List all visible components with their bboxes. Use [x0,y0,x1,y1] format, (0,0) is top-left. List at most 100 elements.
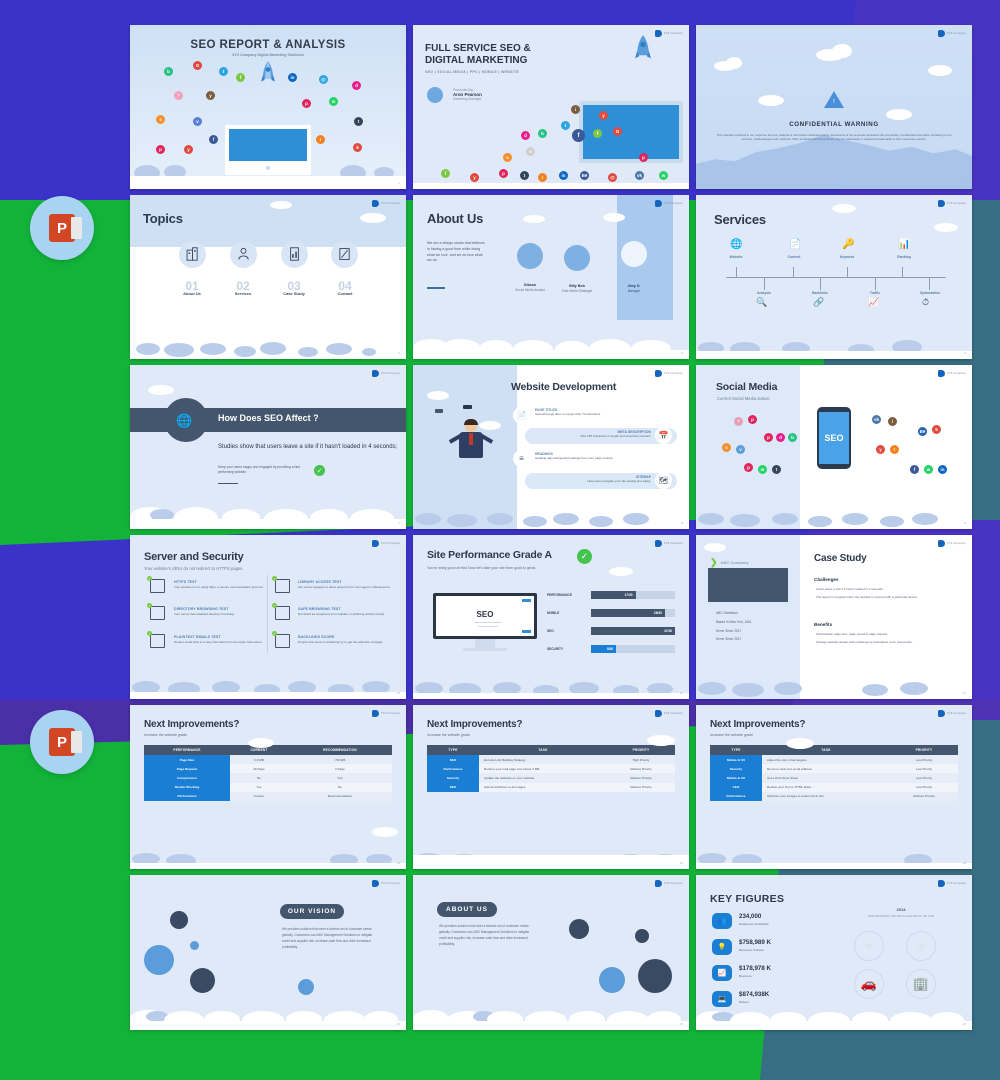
figure-value: 234,000 [739,913,762,920]
item-heading: LIBRARY ACCESS TEST [298,580,342,584]
slide-thumbnail-confidential[interactable]: XYZ Company ! CONFIDENTIAL WARNING This … [696,25,972,189]
topic-item-1[interactable]: 01 About Us [172,279,212,296]
pen-page-icon [339,248,350,260]
slide-thumbnail-next-improvements-1[interactable]: XYZ Company Next Improvements? Increase … [130,705,406,869]
person-name-3: Jimy G. [627,284,641,288]
item-heading: PLAINTEXT EMAILS TEST [174,635,221,639]
topic-item-3[interactable]: 03 Case Study [274,279,314,296]
social-icon-blogger: b [538,129,547,138]
cell-type: Performance [710,791,762,801]
slide-thumbnail-seo-report[interactable]: SEO REPORT & ANALYSIS XYZ Company Digita… [130,25,406,189]
slide-subtitle: You're really good at this! Now let's ta… [427,566,537,570]
slide-title: Site Performance Grade A [427,549,552,561]
social-icon-blogger: b [788,433,797,442]
metric-track: 47/30 [591,627,675,635]
check-icon: ✓ [314,465,325,476]
slide-thumbnail-site-performance[interactable]: XYZ Company Site Performance Grade A ✓ Y… [413,535,689,699]
confidential-body: This material contained in our response … [716,133,952,142]
slide-thumbnail-services[interactable]: XYZ Company Services 🌐 📄 🔑 📊 Website Con… [696,195,972,359]
cloud-decoration [413,665,689,699]
cell-task: Update the software on your website. [479,773,607,783]
webdev-item-page-titles[interactable]: PAGE TITLES Splendid page titles no long… [535,408,665,428]
slide-thumbnail-topics[interactable]: XYZ Company Topics 01 About Us 02 Servic… [130,195,406,359]
security-item-directory[interactable]: DIRECTORY BROWSING TEST Your server has … [174,607,289,616]
slide-thumbnail-next-improvements-2[interactable]: XYZ Company Next Improvements? Increase … [413,705,689,869]
table-row: CEO Review your Text to HTML Ratio Low Pri… [710,782,958,792]
cell-current: Yes [230,782,288,792]
slide-thumbnail-case-study[interactable]: XYZ Company ❯ ABC Company ABC Distributo… [696,535,972,699]
metric-performance: PERFORMANCE 17/30 [547,591,675,600]
brand-logo: XYZ Company [937,200,966,207]
slide-thumbnail-key-figures[interactable]: XYZ Company KEY FIGURES 👥 234,000 Employ… [696,875,972,1030]
social-icon-dribbble: d [352,81,361,90]
logo-text: XYZ Company [663,542,683,545]
page-number: 6 [964,351,966,355]
topic-item-4[interactable]: 04 Contact [325,279,365,296]
slide-thumbnail-about-us[interactable]: XYZ Company About Us We are a design stu… [413,195,689,359]
service-label-analysis[interactable]: Analysis [741,291,787,295]
security-item-https[interactable]: HTTPS TEST Your website is not using htt… [174,580,289,589]
page-number: 7 [398,521,400,525]
challenge-item: Users leave a site if it hasn't loaded i… [816,587,883,591]
cloud-decoration [130,325,406,359]
accent-underline [427,287,445,289]
column-header: TASK [479,745,607,755]
social-icon-tumblr: t [772,465,781,474]
slide-thumbnail-social-media[interactable]: XYZ Company Social Media Current Social … [696,365,972,529]
social-icon-instagram: i [571,105,580,114]
service-label-content[interactable]: Content [771,255,817,259]
security-item-backlinks[interactable]: BACKLINKS SCORE People who work in marke… [298,635,402,644]
logo-mark [654,540,662,547]
cell-priority: Low Priority [890,764,958,774]
slide-thumbnail-about-us-bottom[interactable]: XYZ Company ABOUT US We provides solutio… [413,875,689,1030]
service-label-keyword[interactable]: Keyword [824,255,870,259]
metric-label: SECURITY [547,647,564,651]
key-figure-revenue: 📈 $178,978 K Revenue [712,965,832,987]
cell-priority: Low Priority [890,782,958,792]
timeline-rail [726,277,946,278]
webdev-item-meta-description[interactable]: META DESCRIPTION Max 155 characters in l… [531,430,651,450]
security-item-library[interactable]: LIBRARY ACCESS TEST Our server appears t… [298,580,402,589]
decor-bubble [298,979,314,995]
webdev-item-headings[interactable]: HEADINGS Heading tags distinguish headin… [535,452,675,472]
check-badge-icon: ✓ [272,603,277,608]
metric-label: SEO [547,629,554,633]
case-company: ❯ ABC Company [710,557,749,568]
slide-thumbnail-how-seo-affect[interactable]: XYZ Company 🌐 How Does SEO Affect ? Stud… [130,365,406,529]
presenter-avatar [427,87,443,103]
cell-type: Security [427,773,479,783]
page-number: 17 [679,1022,683,1026]
logo-mark [371,200,379,207]
service-label-optimization[interactable]: Optimization [907,291,953,295]
social-icon-youtube: y [184,145,193,154]
slide-title: SEO REPORT & ANALYSIS [190,39,346,51]
social-icon-flickr: * [174,91,183,100]
security-item-safe-browsing[interactable]: SAFE BROWSING TEST Not listed as suspici… [298,607,402,616]
security-item-plaintext[interactable]: PLAINTEXT EMAILS TEST Protect email link… [174,635,289,644]
slide-title: Topics [143,211,183,226]
slide-thumbnail-full-service[interactable]: XYZ Company FULL SERVICE SEO & DIGITAL M… [413,25,689,189]
service-label-website[interactable]: Website [713,255,759,259]
table-header-row: TYPE TASK PRIORITY [427,745,675,755]
item-body: People who work in marketing try to get … [298,640,384,644]
slide-thumbnail-website-development[interactable]: XYZ Company Website Development 📄 PAGE T… [413,365,689,529]
page-number: 13 [396,861,400,865]
decor-bubble [638,959,672,993]
service-label-ranking[interactable]: Ranking [881,255,927,259]
people-icon: 👥 [712,913,732,929]
slide-title: How Does SEO Affect ? [218,413,319,423]
topic-item-2[interactable]: 02 Services [223,279,263,296]
service-label-traffic[interactable]: Traffic [852,291,898,295]
slide-thumbnail-next-improvements-3[interactable]: XYZ Company Next Improvements? Increase … [696,705,972,869]
screen-label: SEO [476,610,494,619]
service-label-backlinks[interactable]: Backlinks [797,291,843,295]
cell-task: Add alt attributes to all images [479,782,607,792]
slide-thumbnail-server-security[interactable]: XYZ Company Server and Security Your web… [130,535,406,699]
page-number: 11 [679,691,683,695]
cloud-decoration [130,155,406,189]
webdev-item-sitemap[interactable]: SITEMAP Help users navigate your site qu… [531,475,651,495]
slide-subtitle: Increase the website grade [144,733,188,737]
company-name: ABC Company [720,560,749,565]
slide-thumbnail-our-vision[interactable]: XYZ Company OUR VISION We provides solut… [130,875,406,1030]
logo-text: XYZ Company [663,32,683,35]
